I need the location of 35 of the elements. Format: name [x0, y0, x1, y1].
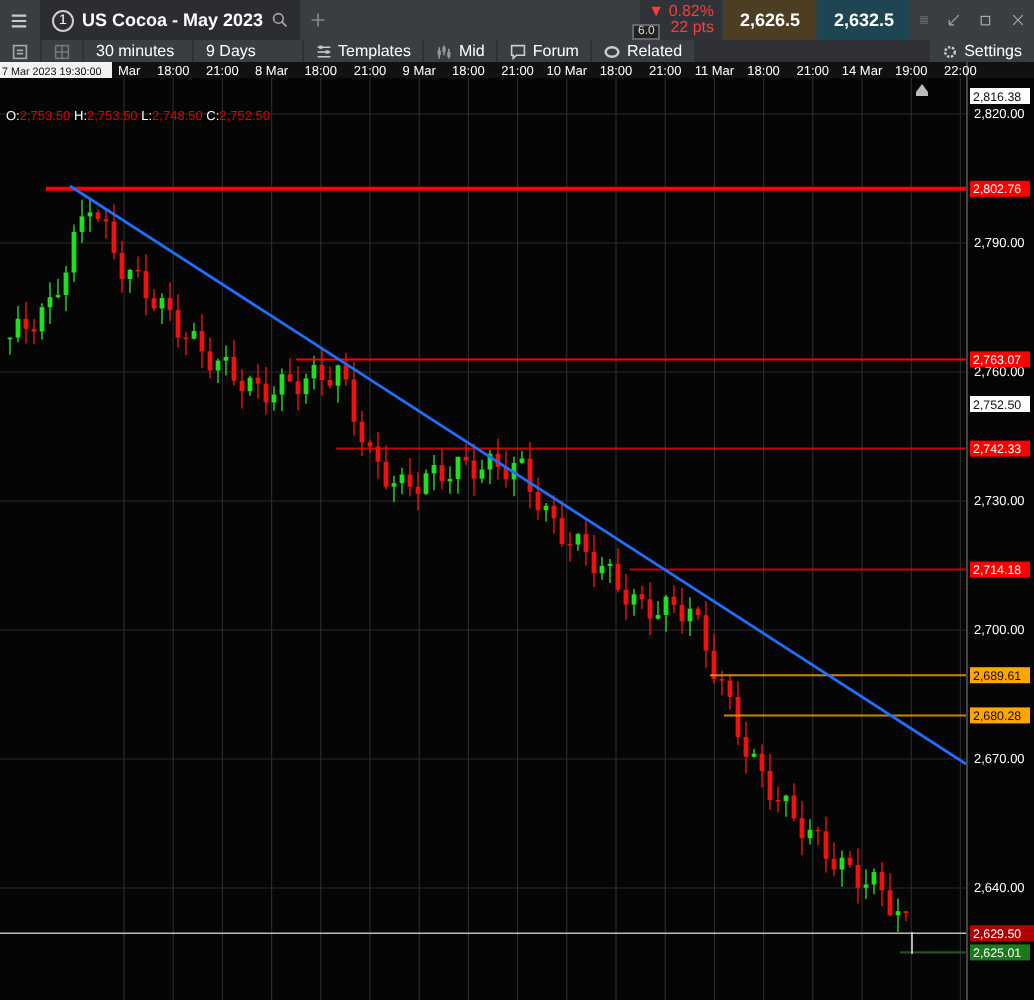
toolbar-button[interactable]: 30 minutes — [84, 40, 192, 62]
low-price-line — [900, 951, 966, 954]
level-line[interactable] — [723, 714, 967, 717]
marker-icon[interactable] — [916, 84, 928, 96]
list-icon — [12, 43, 28, 59]
candles-icon — [436, 43, 453, 59]
plus-icon — [309, 12, 326, 28]
list-button[interactable] — [0, 40, 40, 62]
search-icon[interactable] — [271, 12, 288, 28]
toolbar-button[interactable]: 9 Days — [194, 40, 302, 62]
speech-bubble-icon — [510, 43, 527, 59]
grid-icon — [54, 43, 70, 59]
trend-line[interactable] — [69, 184, 967, 766]
instrument-title: US Cocoa - May 2023 — [82, 10, 264, 30]
level-line[interactable] — [335, 447, 967, 450]
diagonal-arrow-icon — [948, 14, 960, 26]
square-icon — [980, 14, 992, 26]
level-line[interactable] — [295, 358, 967, 361]
settings-icon — [942, 43, 959, 59]
sell-price[interactable]: 2,626.5 — [724, 0, 816, 40]
price-chart[interactable] — [0, 62, 1034, 1000]
level-line[interactable] — [629, 568, 967, 571]
change-points: 22 pts — [670, 20, 714, 36]
change-percent: ▼ 0.82% — [648, 4, 714, 20]
toolbar-button[interactable]: Templates — [304, 40, 423, 62]
buy-price[interactable]: 2,632.5 — [818, 0, 910, 40]
level-line[interactable] — [709, 674, 967, 677]
toolbar-button[interactable]: Related — [592, 40, 695, 62]
sliders-icon — [316, 43, 332, 59]
menu-icon — [10, 11, 28, 29]
settings-button[interactable]: Settings — [930, 40, 1034, 62]
level-line[interactable] — [46, 186, 966, 191]
toolbar-button[interactable]: Mid — [424, 40, 497, 62]
close-icon — [1012, 14, 1024, 26]
toolbar-button[interactable]: Forum — [498, 40, 591, 62]
